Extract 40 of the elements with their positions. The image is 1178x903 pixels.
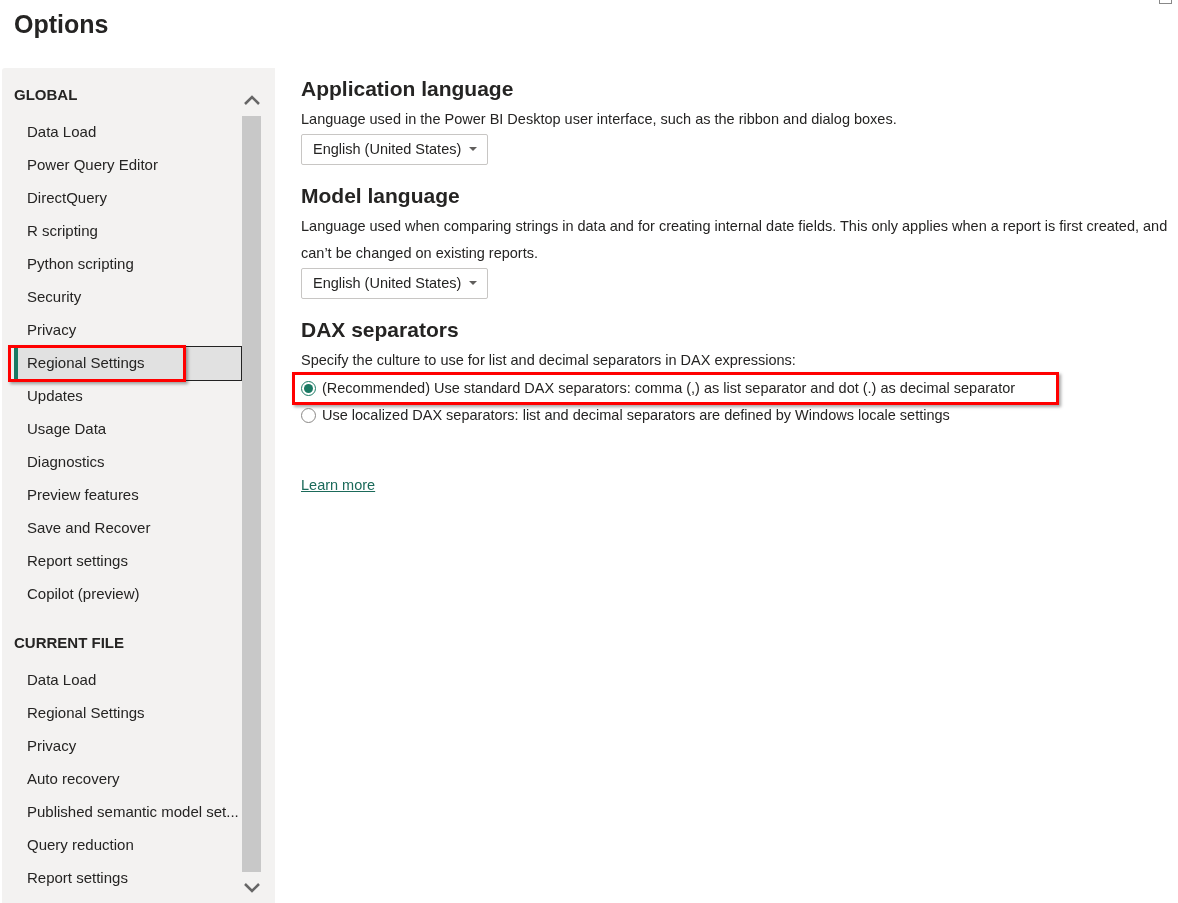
sidebar-item[interactable]: Data Load <box>14 663 242 698</box>
sidebar-item[interactable]: Privacy <box>14 729 242 764</box>
scroll-down-icon[interactable] <box>243 883 260 893</box>
sidebar-item[interactable]: Save and Recover <box>14 511 242 546</box>
section-description: Specify the culture to use for list and decimal separators in DAX expressions: <box>301 351 797 370</box>
section-heading: GLOBAL <box>14 84 78 105</box>
sidebar-item[interactable]: Usage Data <box>14 412 242 447</box>
scroll-up-icon[interactable] <box>243 95 260 105</box>
radio-option[interactable]: Use localized DAX separators: list and decimal separators are defined by Windows locale settings <box>301 404 950 427</box>
sidebar-item[interactable]: Report settings <box>14 544 242 579</box>
sidebar-item[interactable]: Data Load <box>14 115 242 150</box>
sidebar-item[interactable]: Query reduction <box>14 828 242 863</box>
sidebar-item[interactable]: Regional Settings <box>14 696 242 731</box>
sidebar-item[interactable]: Copilot (preview) <box>14 577 242 612</box>
section-title: DAX separators <box>301 317 459 343</box>
sidebar-item[interactable]: Updates <box>14 379 242 414</box>
section-heading: CURRENT FILE <box>14 632 124 653</box>
sidebar-item[interactable]: Preview features <box>14 478 242 513</box>
sidebar-item[interactable]: Privacy <box>14 313 242 348</box>
language-dropdown[interactable]: English (United States) <box>301 268 488 299</box>
window-title: Options <box>14 9 109 40</box>
sidebar-item[interactable]: DirectQuery <box>14 181 242 216</box>
section-description: Language used in the Power BI Desktop user interface, such as the ribbon and dialog boxes. <box>301 110 898 129</box>
language-dropdown[interactable]: English (United States) <box>301 134 488 165</box>
sidebar-item[interactable]: Python scripting <box>14 247 242 282</box>
learn-more-link[interactable]: Learn more <box>301 475 376 497</box>
section-description: Language used when comparing strings in data and for creating internal date fields. This only applies when a report is first created, and can’t be changed on existing reports. <box>301 217 1169 263</box>
caret-icon <box>469 147 477 152</box>
sidebar-item[interactable]: Regional Settings <box>14 346 242 381</box>
sidebar-item[interactable]: Auto recovery <box>14 762 242 797</box>
caret-icon <box>469 281 477 286</box>
sidebar-item[interactable]: Power Query Editor <box>14 148 242 183</box>
sidebar-item[interactable]: R scripting <box>14 214 242 249</box>
sidebar-item[interactable]: Published semantic model set... <box>14 795 242 830</box>
section-title: Model language <box>301 183 460 209</box>
sidebar-item[interactable]: Diagnostics <box>14 445 242 480</box>
radio-option[interactable]: (Recommended) Use standard DAX separators: comma (,) as list separator and dot (.) as decimal separator <box>301 377 1016 400</box>
sidebar-item[interactable]: Security <box>14 280 242 315</box>
sidebar-item[interactable]: Report settings <box>14 861 242 896</box>
section-title: Application language <box>301 76 514 102</box>
